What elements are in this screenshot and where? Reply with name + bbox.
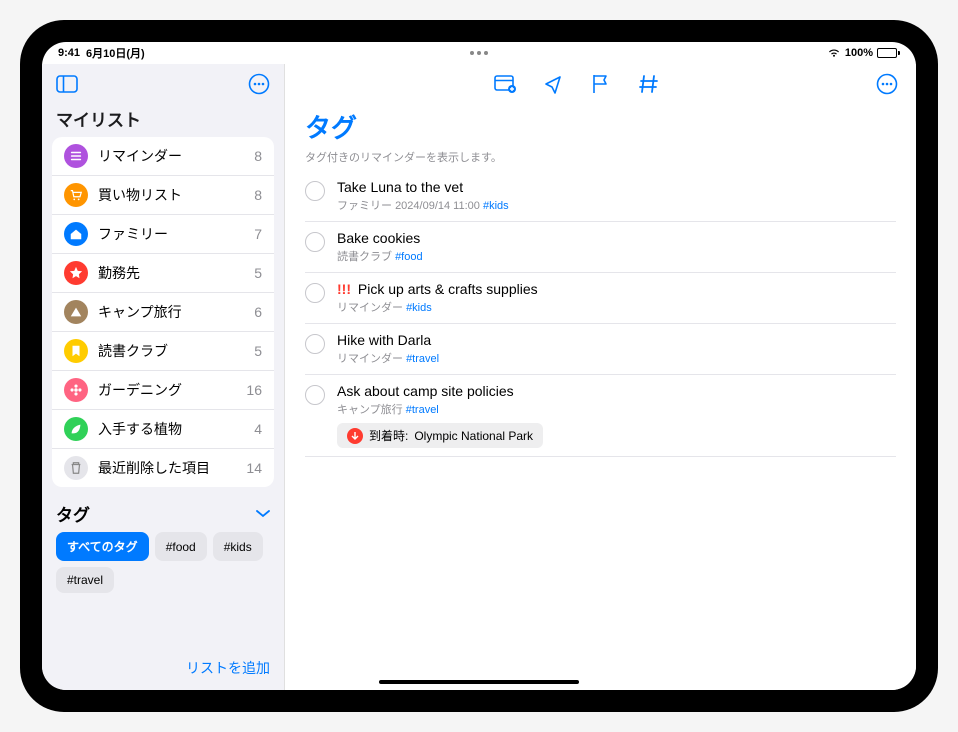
complete-toggle[interactable] (305, 181, 325, 201)
list-item-label: 入手する植物 (98, 419, 244, 439)
sidebar-toggle-button[interactable] (52, 69, 82, 99)
reminder-item[interactable]: Hike with Darla リマインダー #travel (305, 324, 896, 375)
list-item-count: 6 (254, 304, 262, 320)
chevron-down-icon[interactable] (256, 505, 270, 523)
tag-chips-container: すべてのタグ#food#kids #travel (56, 532, 270, 593)
share-button[interactable] (538, 69, 568, 99)
list-item-label: ガーデニング (98, 380, 236, 400)
reminder-title: Take Luna to the vet (337, 179, 896, 195)
reminder-tag[interactable]: #kids (406, 302, 432, 314)
reminder-item[interactable]: !!! Pick up arts & crafts supplies リマインダ… (305, 273, 896, 324)
sidebar-section-title: マイリスト (42, 104, 284, 137)
star-icon (64, 261, 88, 285)
sidebar-list-item[interactable]: 買い物リスト 8 (52, 176, 274, 215)
reminder-title: Hike with Darla (337, 332, 896, 348)
list-item-count: 7 (254, 226, 262, 242)
battery-percent: 100% (845, 47, 873, 59)
list-item-count: 8 (254, 187, 262, 203)
reminder-tag[interactable]: #travel (406, 353, 439, 365)
list-icon (64, 144, 88, 168)
list-item-label: 勤務先 (98, 263, 244, 283)
priority-indicator: !!! (337, 281, 351, 297)
sidebar-list-item[interactable]: リマインダー 8 (52, 137, 274, 176)
add-list-button[interactable]: リストを追加 (186, 658, 270, 678)
reminder-item[interactable]: Ask about camp site policies キャンプ旅行 #tra… (305, 375, 896, 457)
status-date: 6月10日(月) (86, 45, 145, 61)
tag-chip[interactable]: #kids (213, 532, 263, 561)
reminder-title: Bake cookies (337, 230, 896, 246)
location-label: 到着時: (369, 427, 408, 444)
flower-icon (64, 378, 88, 402)
complete-toggle[interactable] (305, 232, 325, 252)
reminder-tag[interactable]: #travel (406, 404, 439, 416)
main-more-button[interactable] (872, 69, 902, 99)
trash-icon (64, 456, 88, 480)
sidebar: マイリスト リマインダー 8 買い物リスト 8 ファミリー 7 勤務先 5 キャ… (42, 64, 285, 690)
reminder-tag[interactable]: #food (395, 251, 423, 263)
main-title: タグ (285, 104, 916, 145)
sidebar-list-item[interactable]: ファミリー 7 (52, 215, 274, 254)
main-content: タグ タグ付きのリマインダーを表示します。 Take Luna to the v… (285, 64, 916, 690)
multitask-dots[interactable] (470, 51, 488, 55)
list-item-count: 5 (254, 265, 262, 281)
tags-section-title: タグ (56, 501, 90, 526)
screen: 9:41 6月10日(月) 100% (42, 42, 916, 690)
tag-chip[interactable]: #food (155, 532, 207, 561)
reminder-tag[interactable]: #kids (483, 200, 509, 212)
sidebar-list-item[interactable]: 読書クラブ 5 (52, 332, 274, 371)
list-item-label: ファミリー (98, 224, 244, 244)
leaf-icon (64, 417, 88, 441)
list-item-count: 14 (246, 460, 262, 476)
list-item-count: 5 (254, 343, 262, 359)
sidebar-list-item[interactable]: 最近削除した項目 14 (52, 449, 274, 487)
reminders-list: Take Luna to the vet ファミリー 2024/09/14 11… (285, 171, 916, 457)
home-indicator[interactable] (379, 680, 579, 684)
reminder-meta: ファミリー 2024/09/14 11:00 #kids (337, 197, 896, 213)
battery-icon (877, 48, 900, 58)
reminder-meta: 読書クラブ #food (337, 248, 896, 264)
reminder-title: !!! Pick up arts & crafts supplies (337, 281, 896, 297)
main-subtitle: タグ付きのリマインダーを表示します。 (285, 145, 916, 171)
complete-toggle[interactable] (305, 334, 325, 354)
complete-toggle[interactable] (305, 283, 325, 303)
arrive-icon (347, 428, 363, 444)
location-value: Olympic National Park (414, 429, 533, 443)
house-icon (64, 222, 88, 246)
reminder-meta: キャンプ旅行 #travel (337, 401, 896, 417)
reminder-item[interactable]: Take Luna to the vet ファミリー 2024/09/14 11… (305, 171, 896, 222)
wifi-icon (827, 48, 841, 58)
tag-chip[interactable]: #travel (56, 567, 114, 593)
sidebar-list-item[interactable]: ガーデニング 16 (52, 371, 274, 410)
more-options-button[interactable] (244, 69, 274, 99)
list-item-label: リマインダー (98, 146, 244, 166)
list-item-count: 4 (254, 421, 262, 437)
status-time: 9:41 (58, 47, 80, 59)
status-bar: 9:41 6月10日(月) 100% (42, 42, 916, 64)
list-item-label: 買い物リスト (98, 185, 244, 205)
template-button[interactable] (490, 69, 520, 99)
cart-icon (64, 183, 88, 207)
list-item-label: 最近削除した項目 (98, 458, 236, 478)
list-item-label: キャンプ旅行 (98, 302, 244, 322)
list-item-label: 読書クラブ (98, 341, 244, 361)
bookmark-icon (64, 339, 88, 363)
sidebar-lists: リマインダー 8 買い物リスト 8 ファミリー 7 勤務先 5 キャンプ旅行 6… (52, 137, 274, 487)
reminder-item[interactable]: Bake cookies 読書クラブ #food (305, 222, 896, 273)
tag-chip-all[interactable]: すべてのタグ (56, 532, 149, 561)
sidebar-list-item[interactable]: 勤務先 5 (52, 254, 274, 293)
tent-icon (64, 300, 88, 324)
list-item-count: 8 (254, 148, 262, 164)
complete-toggle[interactable] (305, 385, 325, 405)
reminder-title: Ask about camp site policies (337, 383, 896, 399)
reminder-meta: リマインダー #kids (337, 299, 896, 315)
sidebar-list-item[interactable]: キャンプ旅行 6 (52, 293, 274, 332)
reminder-meta: リマインダー #travel (337, 350, 896, 366)
hashtag-button[interactable] (634, 69, 664, 99)
location-pill: 到着時: Olympic National Park (337, 423, 543, 448)
list-item-count: 16 (246, 382, 262, 398)
sidebar-list-item[interactable]: 入手する植物 4 (52, 410, 274, 449)
flag-button[interactable] (586, 69, 616, 99)
ipad-device-frame: 9:41 6月10日(月) 100% (20, 20, 938, 712)
